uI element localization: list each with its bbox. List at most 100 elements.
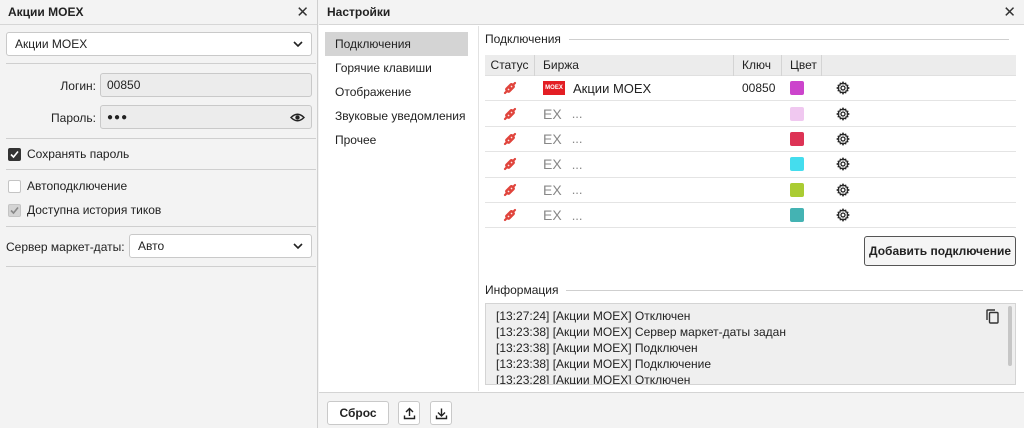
divider xyxy=(6,266,316,267)
server-select-value: Авто xyxy=(138,239,165,253)
nav-item-display[interactable]: Отображение xyxy=(325,80,468,104)
tick-history-label: Доступна история тиков xyxy=(27,203,162,217)
gear-icon[interactable] xyxy=(836,182,850,197)
close-icon[interactable]: ✕ xyxy=(1003,5,1016,20)
key-cell xyxy=(734,152,782,176)
password-value: ●●● xyxy=(107,111,129,123)
color-swatch[interactable] xyxy=(790,106,804,121)
gear-icon[interactable] xyxy=(836,131,850,146)
color-swatch[interactable] xyxy=(790,182,804,197)
checkmark-icon xyxy=(10,206,19,214)
divider xyxy=(568,38,1009,40)
copy-icon[interactable] xyxy=(986,309,999,324)
settings-nav: Подключения Горячие клавиши Отображение … xyxy=(319,26,479,391)
settings-footer: Сброс xyxy=(319,392,1024,428)
table-row[interactable]: EX... xyxy=(485,203,1016,229)
table-row[interactable]: EX... xyxy=(485,127,1016,153)
nav-item-sound[interactable]: Звуковые уведомления xyxy=(325,104,468,128)
key-cell xyxy=(734,127,782,151)
exchange-cell: EX... xyxy=(535,101,734,125)
divider xyxy=(6,63,316,64)
chevron-down-icon xyxy=(293,243,303,250)
column-key[interactable]: Ключ xyxy=(734,54,782,76)
add-connection-button[interactable]: Добавить подключение xyxy=(864,236,1016,266)
login-label: Логин: xyxy=(60,79,96,93)
info-log[interactable]: [13:27:24] [Акции MOEX] Отключен [13:23:… xyxy=(485,303,1016,385)
status-cell xyxy=(485,101,535,125)
settings-cell xyxy=(822,152,1016,176)
download-icon xyxy=(435,408,447,419)
gear-icon[interactable] xyxy=(836,157,850,172)
info-title: Информация xyxy=(485,283,559,297)
connections-section-title: Подключения xyxy=(485,32,1009,46)
server-select[interactable]: Авто xyxy=(129,234,312,258)
settings-cell xyxy=(822,101,1016,125)
exchange-name: Акции MOEX xyxy=(573,80,652,96)
nav-item-other[interactable]: Прочее xyxy=(325,128,468,152)
exchange-name: ... xyxy=(571,156,583,172)
disconnected-plug-icon xyxy=(502,80,518,96)
password-field[interactable]: ●●● xyxy=(100,105,312,129)
exchange-logo: MOEX xyxy=(543,81,565,96)
close-icon[interactable]: ✕ xyxy=(296,5,309,20)
autoconnect-row[interactable]: Автоподключение xyxy=(8,179,127,193)
table-row[interactable]: EX... xyxy=(485,101,1016,127)
upload-icon xyxy=(403,407,415,419)
upload-button[interactable] xyxy=(398,401,420,425)
tick-history-checkbox xyxy=(8,203,21,217)
gear-icon[interactable] xyxy=(836,106,850,121)
status-cell xyxy=(485,152,535,176)
log-line: [13:23:38] [Акции MOEX] Сервер маркет-да… xyxy=(496,325,786,339)
save-password-row[interactable]: Сохранять пароль xyxy=(8,147,129,161)
divider xyxy=(6,226,316,227)
disconnected-plug-icon xyxy=(502,182,518,198)
autoconnect-checkbox[interactable] xyxy=(8,179,21,193)
nav-item-hotkeys[interactable]: Горячие клавиши xyxy=(325,56,468,80)
eye-icon[interactable] xyxy=(290,112,305,123)
info-section-title: Информация xyxy=(485,283,1024,297)
column-color[interactable]: Цвет xyxy=(782,54,822,76)
color-cell xyxy=(782,203,822,227)
exchange-badge: EX xyxy=(543,207,562,224)
exchange-badge: EX xyxy=(543,130,562,147)
exchange-badge: EX xyxy=(543,181,562,198)
log-line: [13:27:24] [Акции MOEX] Отключен xyxy=(496,309,691,323)
settings-cell xyxy=(822,76,1016,100)
login-value: 00850 xyxy=(107,78,141,92)
gear-icon[interactable] xyxy=(836,81,850,96)
key-cell: 00850 xyxy=(734,76,782,100)
table-row[interactable]: MOEX Акции MOEX 00850 xyxy=(485,76,1016,102)
nav-item-connections[interactable]: Подключения xyxy=(325,32,468,56)
exchange-cell: EX... xyxy=(535,178,734,202)
disconnected-plug-icon xyxy=(502,106,518,122)
settings-title: Настройки xyxy=(327,5,391,19)
column-status[interactable]: Статус xyxy=(485,54,535,76)
key-value: 00850 xyxy=(742,81,776,96)
connection-panel-header: Акции MOEX ✕ xyxy=(0,0,317,25)
color-swatch[interactable] xyxy=(790,81,804,96)
save-password-label: Сохранять пароль xyxy=(27,147,130,161)
table-row[interactable]: EX... xyxy=(485,152,1016,178)
column-actions xyxy=(822,55,1016,76)
scrollbar[interactable] xyxy=(1008,306,1012,366)
save-password-checkbox[interactable] xyxy=(8,147,21,161)
table-row[interactable]: EX... xyxy=(485,178,1016,203)
connections-title: Подключения xyxy=(485,32,561,46)
gear-icon[interactable] xyxy=(836,208,850,223)
color-swatch[interactable] xyxy=(790,208,804,223)
connection-select-value: Акции MOEX xyxy=(15,37,88,51)
exchange-cell: EX... xyxy=(535,152,734,176)
download-button[interactable] xyxy=(430,401,452,425)
reset-button[interactable]: Сброс xyxy=(327,401,389,425)
exchange-name: ... xyxy=(571,182,583,198)
color-swatch[interactable] xyxy=(790,131,804,146)
connection-panel: Акции MOEX ✕ Акции MOEX Логин: 00850 Пар… xyxy=(0,0,318,428)
color-swatch[interactable] xyxy=(790,157,804,172)
login-field[interactable]: 00850 xyxy=(100,73,312,97)
column-exchange[interactable]: Биржа xyxy=(535,54,734,76)
settings-cell xyxy=(822,178,1016,202)
color-cell xyxy=(782,76,822,100)
disconnected-plug-icon xyxy=(502,131,518,147)
divider xyxy=(566,289,1024,291)
connection-select[interactable]: Акции MOEX xyxy=(6,32,312,56)
